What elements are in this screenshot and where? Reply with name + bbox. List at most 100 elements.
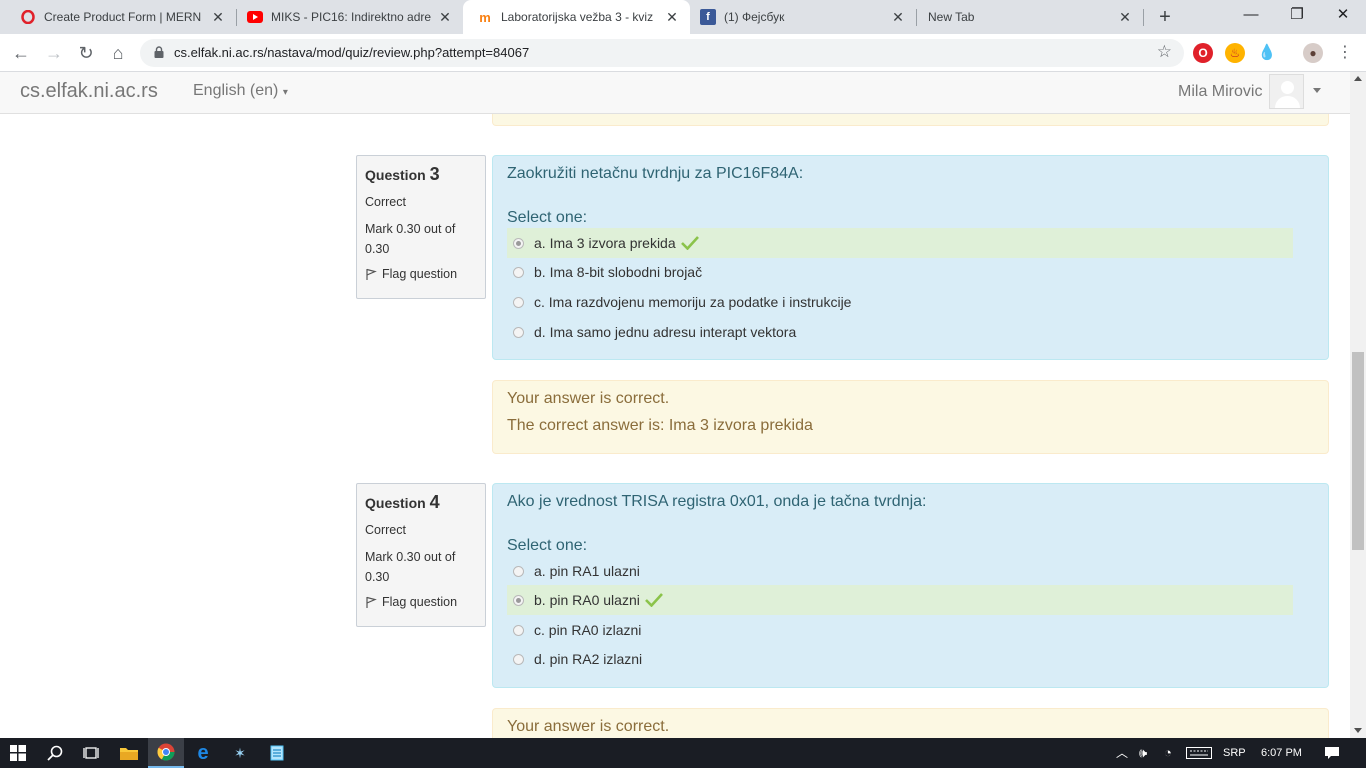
fire-extension-icon[interactable]: ♨ xyxy=(1225,43,1245,63)
question-label: Question xyxy=(365,167,426,183)
network-icon[interactable]: ◔ xyxy=(1164,738,1172,768)
address-bar[interactable]: cs.elfak.ni.ac.rs/nastava/mod/quiz/revie… xyxy=(140,39,1184,67)
answer-option[interactable]: a. pin RA1 ulazni xyxy=(507,556,1293,586)
radio-button[interactable] xyxy=(513,624,524,636)
radio-button[interactable] xyxy=(513,237,524,249)
tray-chevron-up-icon[interactable]: ︿ xyxy=(1116,738,1128,768)
answer-option[interactable]: a. Ima 3 izvora prekida xyxy=(507,228,1293,258)
tab-title: Laboratorijska vežba 3 - kviz xyxy=(501,10,654,24)
task-view-icon[interactable] xyxy=(73,738,109,768)
caret-down-icon: ▾ xyxy=(282,87,288,98)
browser-tab-5[interactable]: New Tab ✕ xyxy=(917,0,1143,34)
tab-title: MIKS - PIC16: Indirektno adres xyxy=(271,10,431,24)
browser-tab-2[interactable]: MIKS - PIC16: Indirektno adres ✕ xyxy=(237,0,463,34)
language-menu[interactable]: English (en) ▾ xyxy=(193,82,288,100)
file-explorer-icon[interactable] xyxy=(111,738,147,768)
question-state: Correct xyxy=(365,523,406,537)
flag-icon xyxy=(366,268,377,280)
question-text: Ako je vrednost TRISA registra 0x01, ond… xyxy=(507,493,927,510)
app-icon[interactable]: ✶ xyxy=(222,738,258,768)
browser-tab-3[interactable]: m Laboratorijska vežba 3 - kviz ✕ xyxy=(463,0,690,34)
close-tab-icon[interactable]: ✕ xyxy=(890,9,906,26)
answer-label: c. Ima razdvojenu memoriju za podatke i … xyxy=(534,294,852,310)
question-3-outcome: Your answer is correct. The correct answ… xyxy=(492,380,1329,454)
answer-label: d. pin RA2 izlazni xyxy=(534,651,643,667)
tab-title: (1) Фејсбук xyxy=(724,10,785,24)
youtube-icon xyxy=(247,9,263,25)
menu-kebab-icon[interactable]: ⋮ xyxy=(1333,41,1357,65)
moodle-navbar: cs.elfak.ni.ac.rs English (en) ▾ Mila Mi… xyxy=(0,72,1350,114)
close-tab-icon[interactable]: ✕ xyxy=(210,9,226,26)
page-scrollbar[interactable] xyxy=(1350,72,1366,738)
minimize-icon[interactable]: — xyxy=(1228,0,1274,30)
answer-option[interactable]: d. Ima samo jednu adresu interapt vektor… xyxy=(507,317,1293,347)
language-label: English (en) xyxy=(193,82,279,99)
flag-question-link[interactable]: Flag question xyxy=(365,595,477,609)
notifications-icon[interactable] xyxy=(1324,738,1340,768)
question-4-formulation: Ako je vrednost TRISA registra 0x01, ond… xyxy=(492,483,1329,688)
question-3-info: Question 3 Correct Mark 0.30 out of 0.30… xyxy=(356,155,486,299)
close-tab-icon[interactable]: ✕ xyxy=(664,9,680,26)
reload-icon[interactable]: ↻ xyxy=(74,41,98,65)
browser-tab-4[interactable]: f (1) Фејсбук ✕ xyxy=(690,0,916,34)
flag-question-label: Flag question xyxy=(382,595,458,609)
scroll-down-arrow-icon[interactable] xyxy=(1354,728,1362,733)
volume-icon[interactable]: 🕪 xyxy=(1139,738,1147,768)
input-language[interactable]: SRP xyxy=(1223,738,1246,768)
home-icon[interactable]: ⌂ xyxy=(106,41,130,65)
scroll-up-arrow-icon[interactable] xyxy=(1354,76,1362,81)
answer-label: a. pin RA1 ulazni xyxy=(534,563,640,579)
keyboard-icon[interactable] xyxy=(1186,738,1212,768)
forward-arrow-icon[interactable]: → xyxy=(42,41,66,65)
answer-label: d. Ima samo jednu adresu interapt vektor… xyxy=(534,324,797,340)
answer-option[interactable]: b. Ima 8-bit slobodni brojač xyxy=(507,257,1293,287)
answer-option[interactable]: c. pin RA0 izlazni xyxy=(507,615,1293,645)
question-4-info: Question 4 Correct Mark 0.30 out of 0.30… xyxy=(356,483,486,627)
radio-button[interactable] xyxy=(513,565,524,577)
close-tab-icon[interactable]: ✕ xyxy=(1117,9,1133,26)
profile-avatar-icon[interactable]: ● xyxy=(1303,43,1323,63)
answer-label: a. Ima 3 izvora prekida xyxy=(534,235,676,251)
site-name-link[interactable]: cs.elfak.ni.ac.rs xyxy=(20,80,158,103)
clock[interactable]: 6:07 PM xyxy=(1261,738,1302,768)
opera-icon xyxy=(20,9,36,25)
chrome-taskbar-icon[interactable] xyxy=(148,738,184,768)
close-tab-icon[interactable]: ✕ xyxy=(437,9,453,26)
user-menu-caret-icon[interactable] xyxy=(1313,88,1321,93)
back-arrow-icon[interactable]: ← xyxy=(9,41,33,65)
browser-tabstrip: Create Product Form | MERN S ✕ MIKS - PI… xyxy=(0,0,1366,34)
answer-option[interactable]: d. pin RA2 izlazni xyxy=(507,644,1293,674)
bookmark-star-icon[interactable]: ☆ xyxy=(1157,42,1172,62)
question-label: Question xyxy=(365,495,426,511)
question-number-value: 4 xyxy=(429,492,440,512)
radio-button[interactable] xyxy=(513,653,524,665)
scrollbar-thumb[interactable] xyxy=(1352,352,1364,550)
page-viewport: cs.elfak.ni.ac.rs English (en) ▾ Mila Mi… xyxy=(0,72,1350,738)
new-tab-button[interactable]: + xyxy=(1154,6,1176,28)
answer-option[interactable]: b. pin RA0 ulazni xyxy=(507,585,1293,615)
user-name[interactable]: Mila Mirovic xyxy=(1178,83,1262,101)
opera-extension-icon[interactable]: O xyxy=(1193,43,1213,63)
edge-icon[interactable]: e xyxy=(185,738,221,768)
question-state: Correct xyxy=(365,195,406,209)
browser-tab-1[interactable]: Create Product Form | MERN S ✕ xyxy=(0,0,236,34)
question-4-outcome: Your answer is correct. xyxy=(492,708,1329,738)
browser-toolbar: ← → ↻ ⌂ cs.elfak.ni.ac.rs/nastava/mod/qu… xyxy=(0,34,1366,72)
flag-question-label: Flag question xyxy=(382,267,458,281)
question-text: Zaokružiti netačnu tvrdnju za PIC16F84A: xyxy=(507,165,804,182)
radio-button[interactable] xyxy=(513,594,524,606)
radio-button[interactable] xyxy=(513,266,524,278)
restore-icon[interactable]: ❐ xyxy=(1274,0,1320,30)
radio-button[interactable] xyxy=(513,296,524,308)
flag-question-link[interactable]: Flag question xyxy=(365,267,477,281)
window-close-icon[interactable]: ✕ xyxy=(1320,0,1366,30)
user-avatar[interactable] xyxy=(1269,74,1304,109)
notepad-icon[interactable] xyxy=(259,738,295,768)
right-answer-text: The correct answer is: Ima 3 izvora prek… xyxy=(507,417,813,434)
drop-extension-icon[interactable]: 💧 xyxy=(1257,43,1277,63)
feedback-text: Your answer is correct. xyxy=(507,718,670,735)
radio-button[interactable] xyxy=(513,326,524,338)
search-icon[interactable] xyxy=(37,738,73,768)
windows-start-icon[interactable] xyxy=(0,738,36,768)
answer-option[interactable]: c. Ima razdvojenu memoriju za podatke i … xyxy=(507,287,1293,317)
